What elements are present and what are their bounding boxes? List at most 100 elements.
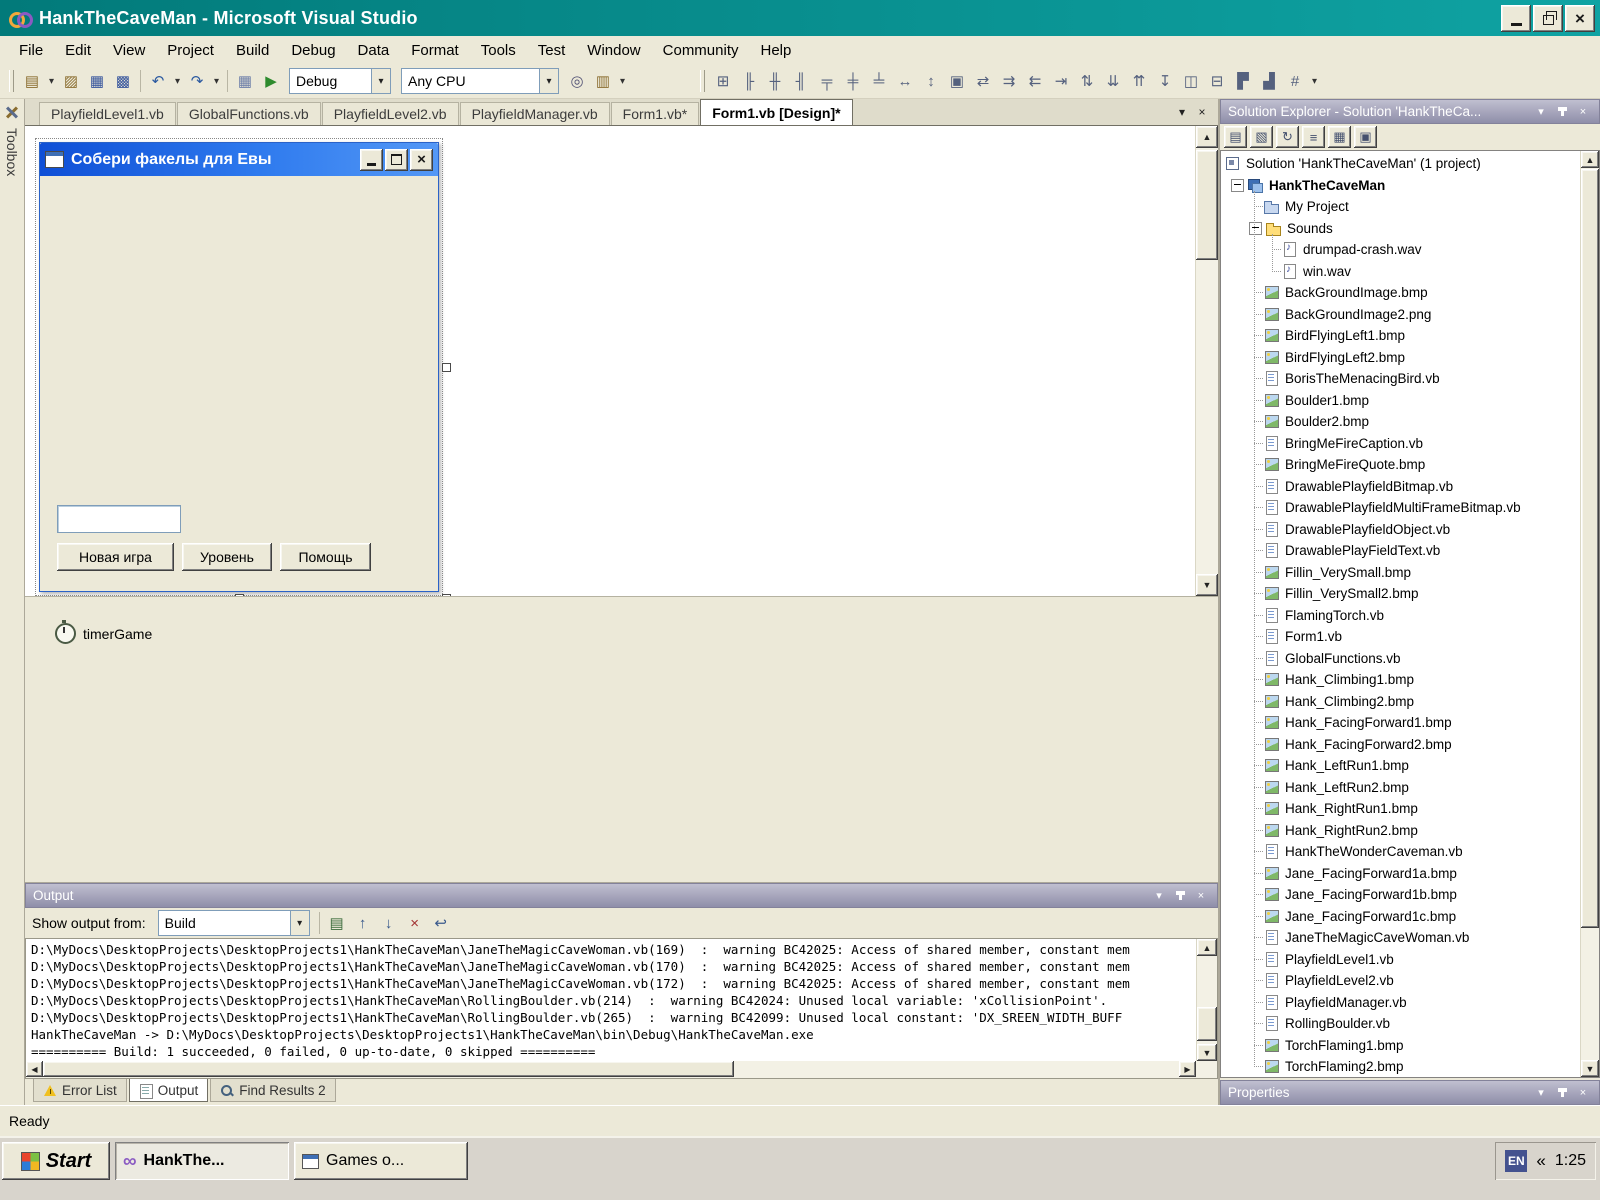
scroll-up-icon[interactable]: ▲ bbox=[1581, 151, 1599, 168]
view-code-icon[interactable]: ≡ bbox=[1302, 126, 1325, 148]
align-middles-icon[interactable]: ╪ bbox=[840, 69, 866, 94]
designed-form-titlebar[interactable]: Собери факелы для Евы × bbox=[40, 143, 438, 176]
redo-dropdown-icon[interactable]: ▾ bbox=[210, 69, 223, 94]
scroll-down-icon[interactable]: ▼ bbox=[1196, 574, 1218, 596]
tree-item[interactable]: Hank_LeftRun2.bmp bbox=[1221, 777, 1581, 799]
start-button[interactable]: Start bbox=[2, 1142, 110, 1180]
scroll-right-icon[interactable]: ▶ bbox=[1179, 1061, 1196, 1077]
tree-item[interactable]: Boulder1.bmp bbox=[1221, 390, 1581, 412]
designed-form[interactable]: Собери факелы для Евы × Новая игра Урове… bbox=[39, 142, 439, 592]
menu-item-build[interactable]: Build bbox=[225, 39, 280, 62]
output-source-combo[interactable]: Build ▾ bbox=[158, 910, 310, 936]
form-button-help[interactable]: Помощь bbox=[280, 543, 371, 571]
find-in-files-icon[interactable]: ◎ bbox=[564, 69, 590, 94]
tree-item[interactable]: Hank_FacingForward2.bmp bbox=[1221, 734, 1581, 756]
window-titlebar[interactable]: HankTheCaveMan - Microsoft Visual Studio… bbox=[0, 0, 1600, 36]
tree-item[interactable]: BringMeFireCaption.vb bbox=[1221, 433, 1581, 455]
properties-close-icon[interactable]: × bbox=[1574, 1085, 1592, 1101]
auto-hide-pin-icon[interactable] bbox=[1553, 104, 1571, 120]
design-canvas[interactable]: Собери факелы для Евы × Новая игра Урове… bbox=[25, 126, 1218, 597]
tree-item[interactable]: Hank_FacingForward1.bmp bbox=[1221, 712, 1581, 734]
solution-explorer-close-icon[interactable]: × bbox=[1574, 104, 1592, 120]
window-position-icon[interactable]: ▾ bbox=[1532, 1085, 1550, 1101]
tree-item[interactable]: DrawablePlayFieldText.vb bbox=[1221, 540, 1581, 562]
doc-tab[interactable]: Form1.vb* bbox=[611, 102, 700, 125]
tree-item[interactable]: FlamingTorch.vb bbox=[1221, 605, 1581, 627]
task-button[interactable]: Games o... bbox=[294, 1142, 468, 1180]
tree-item[interactable]: HankTheWonderCaveman.vb bbox=[1221, 841, 1581, 863]
collapse-expander-icon[interactable] bbox=[1249, 222, 1262, 235]
tree-item[interactable]: BackGroundImage2.png bbox=[1221, 304, 1581, 326]
canvas-scroll-thumb[interactable] bbox=[1196, 150, 1218, 260]
open-file-icon[interactable]: ▨ bbox=[58, 69, 84, 94]
menu-item-help[interactable]: Help bbox=[750, 39, 803, 62]
output-horizontal-scrollbar[interactable]: ◀ ▶ bbox=[25, 1061, 1218, 1079]
chevron-down-icon[interactable]: ▾ bbox=[539, 69, 558, 93]
goto-message-icon[interactable]: ▤ bbox=[324, 911, 350, 936]
layout-toolbar-options-icon[interactable]: ▾ bbox=[1308, 69, 1321, 94]
output-hscroll-thumb[interactable] bbox=[43, 1061, 734, 1077]
chevron-down-icon[interactable]: ▾ bbox=[290, 911, 309, 935]
tree-item[interactable]: BringMeFireQuote.bmp bbox=[1221, 454, 1581, 476]
tree-item[interactable]: Fillin_VerySmall.bmp bbox=[1221, 562, 1581, 584]
solution-platforms-combo[interactable]: Any CPU▾ bbox=[401, 68, 559, 94]
tree-item[interactable]: DrawablePlayfieldObject.vb bbox=[1221, 519, 1581, 541]
tab-order-icon[interactable]: # bbox=[1282, 69, 1308, 94]
center-vertically-icon[interactable]: ⊟ bbox=[1204, 69, 1230, 94]
make-horizontal-spacing-equal-icon[interactable]: ⇄ bbox=[970, 69, 996, 94]
scroll-down-icon[interactable]: ▼ bbox=[1197, 1044, 1217, 1061]
make-same-size-icon[interactable]: ▣ bbox=[944, 69, 970, 94]
toolbar-options-icon[interactable]: ▾ bbox=[616, 69, 629, 94]
scroll-up-icon[interactable]: ▲ bbox=[1197, 939, 1217, 956]
tree-item[interactable]: Boulder2.bmp bbox=[1221, 411, 1581, 433]
output-close-icon[interactable]: × bbox=[1192, 888, 1210, 904]
decrease-vertical-spacing-icon[interactable]: ⇈ bbox=[1126, 69, 1152, 94]
menu-item-view[interactable]: View bbox=[102, 39, 156, 62]
tree-item[interactable]: TorchFlaming2.bmp bbox=[1221, 1056, 1581, 1077]
remove-vertical-spacing-icon[interactable]: ↧ bbox=[1152, 69, 1178, 94]
new-project-icon[interactable]: ▤ bbox=[19, 69, 45, 94]
tree-item[interactable]: HankTheCaveMan bbox=[1221, 175, 1581, 197]
make-vertical-spacing-equal-icon[interactable]: ⇅ bbox=[1074, 69, 1100, 94]
tree-item[interactable]: Solution 'HankTheCaveMan' (1 project) bbox=[1221, 153, 1581, 175]
tree-item[interactable]: Hank_RightRun2.bmp bbox=[1221, 820, 1581, 842]
scroll-up-icon[interactable]: ▲ bbox=[1196, 126, 1218, 148]
center-horizontally-icon[interactable]: ◫ bbox=[1178, 69, 1204, 94]
tray-chevron-icon[interactable]: « bbox=[1536, 1151, 1545, 1171]
navigate-backward-icon[interactable]: ▦ bbox=[232, 69, 258, 94]
toolbar-grip[interactable] bbox=[700, 70, 705, 92]
menu-item-debug[interactable]: Debug bbox=[280, 39, 346, 62]
menu-item-project[interactable]: Project bbox=[156, 39, 225, 62]
redo-icon[interactable]: ↷ bbox=[184, 69, 210, 94]
close-button[interactable]: × bbox=[1565, 5, 1595, 32]
tree-item[interactable]: TorchFlaming1.bmp bbox=[1221, 1035, 1581, 1057]
output-text-area[interactable]: D:\MyDocs\DesktopProjects\DesktopProject… bbox=[25, 938, 1218, 1061]
tree-item[interactable]: Hank_LeftRun1.bmp bbox=[1221, 755, 1581, 777]
scroll-left-icon[interactable]: ◀ bbox=[26, 1061, 43, 1077]
menu-item-data[interactable]: Data bbox=[347, 39, 401, 62]
view-class-diagram-icon[interactable]: ▣ bbox=[1354, 126, 1377, 148]
tree-item[interactable]: JaneTheMagicCaveWoman.vb bbox=[1221, 927, 1581, 949]
clear-all-icon[interactable]: × bbox=[402, 911, 428, 936]
tree-item[interactable]: Hank_RightRun1.bmp bbox=[1221, 798, 1581, 820]
document-close-icon[interactable]: × bbox=[1192, 102, 1212, 122]
auto-hide-pin-icon[interactable] bbox=[1171, 888, 1189, 904]
view-designer-icon[interactable]: ▦ bbox=[1328, 126, 1351, 148]
solution-tree[interactable]: Solution 'HankTheCaveMan' (1 project)Han… bbox=[1220, 150, 1600, 1078]
solution-configurations-combo[interactable]: Debug▾ bbox=[289, 68, 391, 94]
show-all-files-icon[interactable]: ▧ bbox=[1250, 126, 1273, 148]
undo-dropdown-icon[interactable]: ▾ bbox=[171, 69, 184, 94]
doc-tab[interactable]: PlayfieldManager.vb bbox=[460, 102, 610, 125]
tree-item[interactable]: BackGroundImage.bmp bbox=[1221, 282, 1581, 304]
align-to-grid-icon[interactable]: ⊞ bbox=[710, 69, 736, 94]
doc-tab[interactable]: PlayfieldLevel2.vb bbox=[322, 102, 459, 125]
solution-explorer-titlebar[interactable]: Solution Explorer - Solution 'HankTheCa.… bbox=[1220, 99, 1600, 124]
tree-vertical-scrollbar[interactable]: ▲ ▼ bbox=[1580, 151, 1599, 1077]
window-position-icon[interactable]: ▾ bbox=[1532, 104, 1550, 120]
align-tops-icon[interactable]: ╤ bbox=[814, 69, 840, 94]
menu-item-test[interactable]: Test bbox=[527, 39, 577, 62]
tree-item[interactable]: win.wav bbox=[1221, 261, 1581, 283]
increase-horizontal-spacing-icon[interactable]: ⇉ bbox=[996, 69, 1022, 94]
taskbar-clock[interactable]: 1:25 bbox=[1555, 1152, 1586, 1170]
minimize-button[interactable] bbox=[1501, 5, 1531, 32]
